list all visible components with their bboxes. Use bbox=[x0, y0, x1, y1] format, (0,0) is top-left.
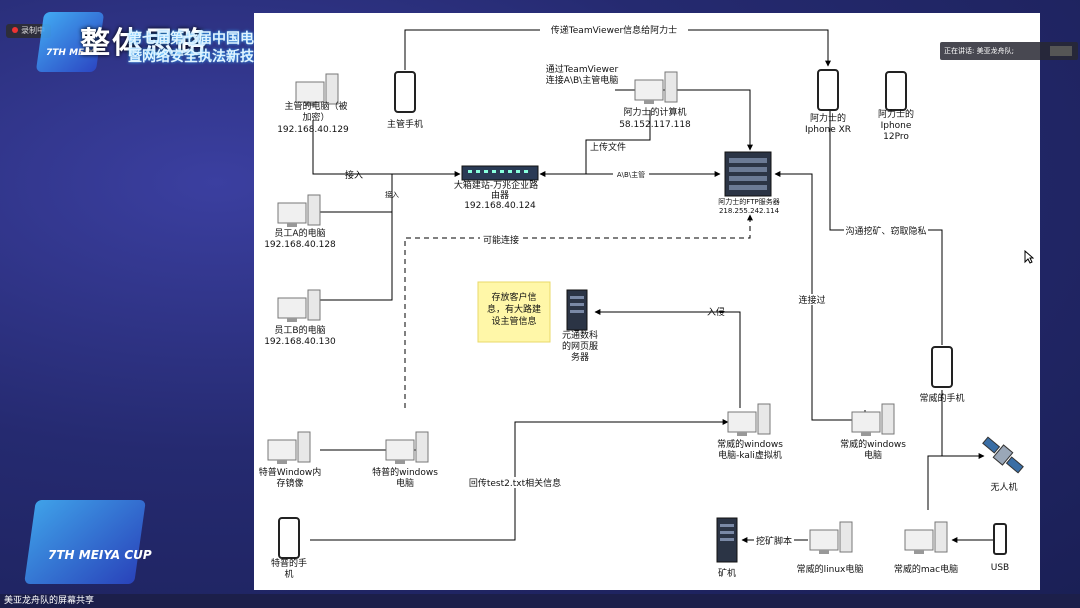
label-ab-boss: A\B\主管 bbox=[617, 170, 645, 179]
edge-employee-b bbox=[320, 212, 393, 301]
mouse-pointer-icon bbox=[1024, 250, 1034, 264]
tepu-mem-line1: 特普Window内 bbox=[259, 466, 322, 478]
label-invade: 入侵 bbox=[707, 306, 725, 318]
label-mining-script: 挖矿脚本 bbox=[756, 535, 792, 547]
logo-bottom-text: 7TH MEIYA CUP bbox=[48, 548, 152, 562]
employee-a-pc-icon bbox=[277, 194, 321, 227]
cw-kali-line2: 电脑-kali虚拟机 bbox=[718, 449, 782, 461]
label-teamviewer-connect-2: 连接A\B\主管电脑 bbox=[546, 74, 618, 86]
screen-share-bar: 美亚龙舟队的屏幕共享 bbox=[0, 594, 1080, 608]
usb-icon bbox=[993, 523, 1007, 555]
cw-win-line1: 常威的windows bbox=[840, 438, 906, 450]
router-icon bbox=[461, 165, 539, 181]
tepu-win-line1: 特普的windows bbox=[372, 466, 438, 478]
ali-pc-line1: 阿力士的计算机 bbox=[623, 106, 686, 118]
ali-phone-line1: 阿力士的 bbox=[810, 112, 846, 124]
ali-phone-line2: Iphone XR bbox=[805, 125, 851, 135]
tepu-phone-line2: 机 bbox=[284, 568, 293, 580]
label-access1: 接入 bbox=[345, 169, 363, 181]
boss-phone-icon bbox=[394, 71, 416, 113]
boss-phone-label: 主管手机 bbox=[387, 118, 423, 130]
speaking-indicator: 正在讲话: 美亚龙舟队; bbox=[940, 42, 1078, 60]
employee-a-line1: 员工A的电脑 bbox=[274, 227, 325, 239]
tepu-phone-icon bbox=[278, 517, 300, 559]
network-diagram: 传递TeamViewer信息给阿力士 通过TeamViewer 连接A\B\主管… bbox=[259, 23, 1024, 580]
tepu-win-pc-icon bbox=[385, 431, 429, 464]
cw-kali-pc-icon bbox=[727, 403, 771, 436]
note-line1: 存放客户信 bbox=[491, 291, 536, 303]
note-line2: 息，有大路建 bbox=[487, 303, 541, 315]
ftp-server-line1: 阿力士的FTP服务器 bbox=[718, 197, 779, 206]
ali-pc-icon bbox=[634, 71, 678, 104]
cw-linux-pc-icon bbox=[809, 521, 853, 554]
label-return-test2: 回传test2.txt相关信息 bbox=[469, 477, 561, 489]
boss-pc-ip: 192.168.40.129 bbox=[277, 125, 349, 135]
cloud-server-line3: 务器 bbox=[571, 351, 589, 363]
label-access2: 接入 bbox=[385, 190, 399, 199]
ali-wife-phone-line1: 阿力士的 bbox=[878, 108, 914, 120]
ali-pc-ip: 58.152.117.118 bbox=[619, 120, 691, 130]
diagram-canvas: 传递TeamViewer信息给阿力士 通过TeamViewer 连接A\B\主管… bbox=[254, 13, 1040, 590]
tepu-win-line2: 电脑 bbox=[396, 477, 414, 489]
ftp-server-icon bbox=[724, 151, 772, 197]
router-line2: 由器 bbox=[491, 189, 509, 201]
speaker-avatar bbox=[1050, 46, 1072, 56]
usb-label: USB bbox=[991, 563, 1009, 573]
cw-mac-pc-icon bbox=[904, 521, 948, 554]
web-server-icon bbox=[566, 289, 588, 331]
router-ip: 192.168.40.124 bbox=[464, 201, 536, 211]
cw-win-pc-icon bbox=[851, 403, 895, 436]
boss-pc-line2: 加密） bbox=[302, 111, 329, 123]
label-teamviewer-info: 传递TeamViewer信息给阿力士 bbox=[551, 24, 677, 36]
event-logo-bottom bbox=[24, 500, 146, 584]
edge-teamviewer-info bbox=[404, 29, 831, 70]
drone-icon bbox=[982, 436, 1024, 474]
label-connected: 连接过 bbox=[798, 294, 825, 306]
cw-mac-label: 常威的mac电脑 bbox=[894, 563, 958, 575]
tepu-phone-line1: 特普的手 bbox=[271, 557, 307, 569]
screen-share-label[interactable]: 美亚龙舟队的屏幕共享 bbox=[4, 594, 94, 608]
label-upload: 上传文件 bbox=[590, 141, 626, 153]
edge-phone-mac bbox=[927, 390, 943, 510]
ali-wife-phone-icon bbox=[885, 71, 907, 111]
label-possible: 可能连接 bbox=[483, 234, 519, 246]
miner-label: 矿机 bbox=[718, 567, 736, 579]
note-client-info: 存放客户信 息，有大路建 设主管信息 bbox=[477, 281, 551, 343]
employee-b-pc-icon bbox=[277, 289, 321, 322]
cw-win-line2: 电脑 bbox=[864, 449, 882, 461]
cloud-server-line1: 元通数科 bbox=[562, 329, 598, 341]
miner-icon bbox=[716, 517, 738, 563]
cw-phone-label: 常威的手机 bbox=[919, 392, 964, 404]
label-teamviewer-connect-1: 通过TeamViewer bbox=[546, 63, 619, 75]
tepu-mem-line2: 存镜像 bbox=[276, 477, 303, 489]
record-dot-icon bbox=[12, 27, 18, 33]
cw-kali-line1: 常威的windows bbox=[717, 438, 783, 450]
cw-linux-label: 常威的linux电脑 bbox=[797, 563, 864, 575]
ftp-server-ip: 218.255.242.114 bbox=[719, 207, 780, 215]
employee-b-line1: 员工B的电脑 bbox=[274, 324, 325, 336]
edge-invade bbox=[594, 309, 741, 408]
cloud-server-line2: 的网页服 bbox=[562, 340, 598, 352]
router-line1: 大箱建站-万兆企业路 bbox=[454, 179, 538, 191]
tepu-mem-pc-icon bbox=[267, 431, 311, 464]
drone-label: 无人机 bbox=[990, 481, 1017, 493]
label-mining-privacy: 沟通挖矿、窃取隐私 bbox=[845, 225, 926, 237]
note-line3: 设主管信息 bbox=[491, 315, 536, 327]
cw-phone-icon bbox=[931, 346, 953, 388]
boss-pc-line1: 主管的电脑（被 bbox=[284, 100, 347, 112]
ali-phone-icon bbox=[817, 69, 839, 111]
speaking-label: 正在讲话: 美亚龙舟队; bbox=[944, 47, 1014, 55]
ali-wife-phone-line2: Iphone bbox=[881, 121, 912, 131]
employee-b-ip: 192.168.40.130 bbox=[264, 337, 336, 347]
employee-a-ip: 192.168.40.128 bbox=[264, 240, 336, 250]
ali-wife-phone-line3: 12Pro bbox=[883, 132, 909, 142]
